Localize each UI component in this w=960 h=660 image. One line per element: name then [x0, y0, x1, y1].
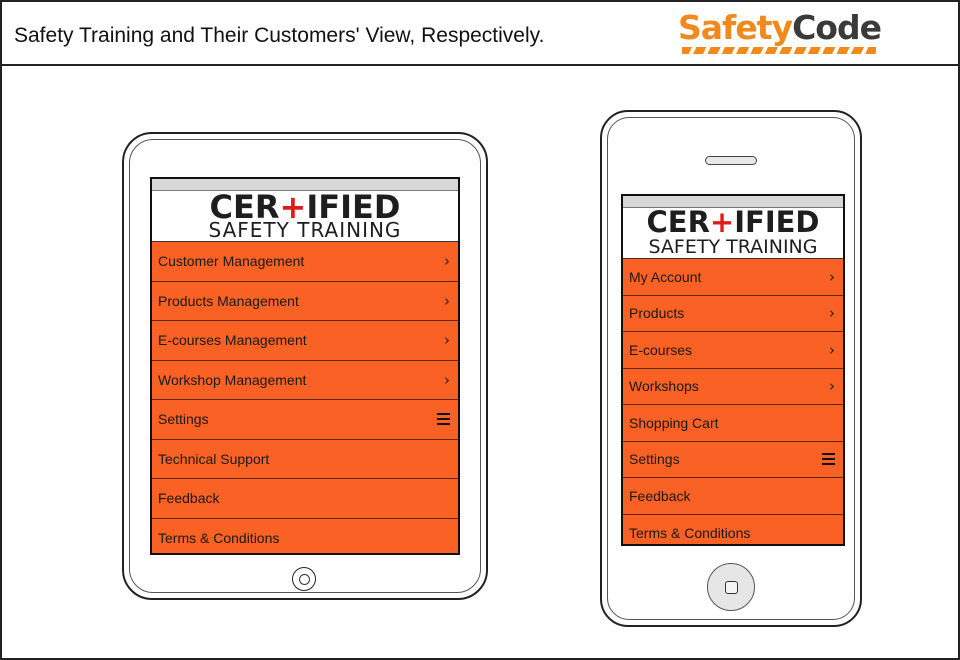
- menu-item-label: Technical Support: [158, 450, 270, 467]
- certified-part-2: IFIED: [734, 205, 820, 239]
- menu-item-label: Feedback: [629, 487, 691, 504]
- tablet-menu-item-settings[interactable]: Settings: [152, 400, 458, 440]
- certified-wordmark: CER+IFIED: [623, 208, 843, 237]
- phone-device: CER+IFIED SAFETY TRAINING My Account › Pro…: [600, 110, 862, 627]
- logo-hazard-stripe: [682, 47, 876, 54]
- phone-menu-item-e-courses[interactable]: E-courses ›: [623, 332, 843, 369]
- phone-menu-item-workshops[interactable]: Workshops ›: [623, 368, 843, 405]
- hamburger-menu-icon: [822, 453, 835, 466]
- safetycode-logo: SafetyCode: [678, 8, 882, 58]
- page-title: Safety Training and Their Customers' Vie…: [14, 24, 545, 47]
- chevron-right-icon: ›: [444, 370, 450, 389]
- chevron-right-icon: ›: [444, 331, 450, 350]
- safety-training-wordmark: SAFETY TRAINING: [208, 218, 402, 242]
- chevron-right-icon: ›: [444, 252, 450, 271]
- tablet-menu-item-customer-management[interactable]: Customer Management ›: [152, 242, 458, 282]
- phone-menu-item-products[interactable]: Products ›: [623, 295, 843, 332]
- menu-item-label: Products Management: [158, 292, 299, 309]
- red-cross-icon: +: [709, 205, 735, 239]
- safety-training-wordmark: SAFETY TRAINING: [648, 236, 818, 258]
- tablet-certified-logo: CER+IFIED SAFETY TRAINING: [152, 191, 458, 241]
- logo-part-code: Code: [792, 8, 882, 47]
- tablet-screen: CER+IFIED SAFETY TRAINING Customer Manag…: [150, 177, 460, 555]
- phone-screen: CER+IFIED SAFETY TRAINING My Account › Pro…: [621, 194, 845, 546]
- phone-speaker: [705, 156, 757, 165]
- tablet-menu-item-technical-support[interactable]: Technical Support: [152, 439, 458, 479]
- tablet-menu-item-products-management[interactable]: Products Management ›: [152, 281, 458, 321]
- phone-menu-item-settings[interactable]: Settings: [623, 441, 843, 478]
- menu-item-label: Products: [629, 305, 685, 322]
- phone-home-button[interactable]: [707, 563, 755, 611]
- phone-menu: My Account › Products › E-courses › Workshops ›…: [623, 258, 843, 544]
- menu-item-label: Workshops: [629, 378, 699, 395]
- menu-item-label: Terms & Conditions: [158, 530, 280, 547]
- menu-item-label: My Account: [629, 268, 702, 285]
- menu-item-label: Terms & Conditions: [629, 524, 751, 541]
- tablet-device: CER+IFIED SAFETY TRAINING Customer Manag…: [122, 132, 488, 600]
- certified-part-1: CER: [646, 205, 710, 239]
- diagram-frame: Safety Training and Their Customers' Vie…: [0, 0, 960, 660]
- menu-item-label: E-courses Management: [158, 332, 307, 349]
- tablet-menu-item-feedback[interactable]: Feedback: [152, 479, 458, 519]
- chevron-right-icon: ›: [829, 340, 835, 359]
- menu-item-label: E-courses: [629, 341, 693, 358]
- phone-menu-item-terms-and-conditions[interactable]: Terms & Conditions: [623, 514, 843, 544]
- chevron-right-icon: ›: [829, 267, 835, 286]
- chevron-right-icon: ›: [444, 291, 450, 310]
- logo-wordmark: SafetyCode: [678, 8, 882, 47]
- phone-certified-logo: CER+IFIED SAFETY TRAINING: [623, 208, 843, 258]
- phone-menu-item-my-account[interactable]: My Account ›: [623, 259, 843, 296]
- logo-part-safety: Safety: [678, 8, 793, 47]
- tablet-menu-item-e-courses-management[interactable]: E-courses Management ›: [152, 321, 458, 361]
- tablet-home-button[interactable]: [292, 567, 316, 591]
- tablet-menu: Customer Management › Products Management ›…: [152, 241, 458, 553]
- menu-item-label: Shopping Cart: [629, 414, 719, 431]
- menu-item-label: Settings: [629, 451, 680, 468]
- tablet-menu-item-workshop-management[interactable]: Workshop Management ›: [152, 360, 458, 400]
- hamburger-menu-icon: [437, 413, 450, 426]
- phone-menu-item-shopping-cart[interactable]: Shopping Cart: [623, 405, 843, 442]
- phone-menu-item-feedback[interactable]: Feedback: [623, 478, 843, 515]
- chevron-right-icon: ›: [829, 377, 835, 396]
- menu-item-label: Workshop Management: [158, 371, 307, 388]
- header: Safety Training and Their Customers' Vie…: [2, 2, 958, 66]
- tablet-menu-item-terms-and-conditions[interactable]: Terms & Conditions: [152, 518, 458, 553]
- menu-item-label: Feedback: [158, 490, 220, 507]
- menu-item-label: Customer Management: [158, 253, 305, 270]
- menu-item-label: Settings: [158, 411, 209, 428]
- chevron-right-icon: ›: [829, 304, 835, 323]
